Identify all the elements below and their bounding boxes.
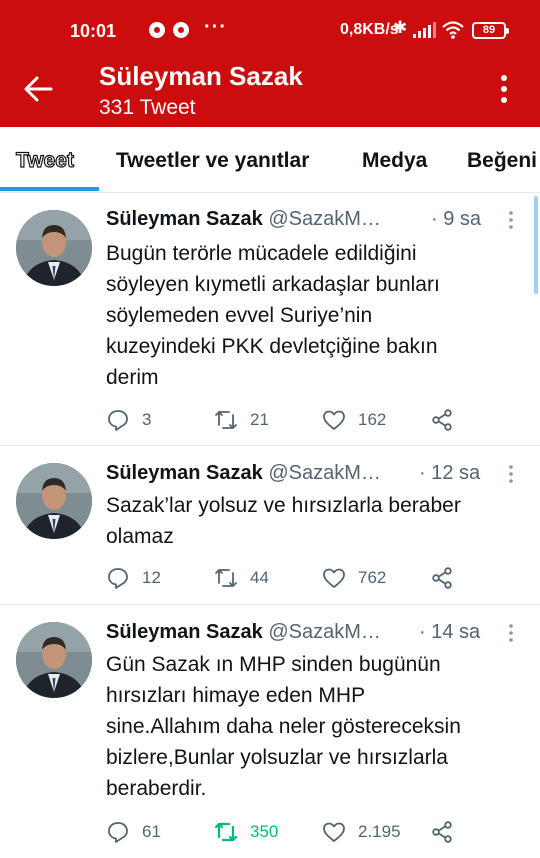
tweet-header: Süleyman Sazak @SazakM…: [106, 208, 381, 231]
tweet-actions: 12 44 762: [106, 564, 526, 592]
retweet-count: 350: [250, 822, 279, 841]
retweet-icon: [215, 411, 237, 429]
reply-count: 61: [142, 822, 161, 841]
wifi-icon: [442, 21, 464, 39]
like-icon: [323, 568, 345, 588]
tweet-actions: 3 21 162: [106, 406, 526, 434]
like-icon: [323, 410, 345, 430]
tweet-author-name[interactable]: Süleyman Sazak: [106, 621, 263, 643]
network-speed: 0,8KB/s: [340, 21, 399, 38]
avatar[interactable]: [16, 210, 92, 286]
tweet-actions: 61 350 2.195: [106, 818, 526, 846]
active-tab-indicator: [0, 187, 99, 191]
tweet-text-line: bizlere,Bunlar yolsuzlar ve hırsızlarla: [106, 746, 448, 769]
tweet-text: Gün Sazak ın MHP sinden bugünün hırsızla…: [106, 649, 526, 804]
tweet-text-line: kuzeyindeki PKK devletçiğine bakın: [106, 335, 438, 358]
caret-icon[interactable]: [507, 464, 515, 484]
tab-tweet[interactable]: Tweet: [15, 148, 74, 173]
like-count: 762: [358, 568, 387, 587]
share-icon: [432, 821, 452, 843]
like-icon: [323, 822, 345, 842]
tweet[interactable]: Süleyman Sazak @SazakM… · 14 sa Gün Saza…: [0, 605, 540, 858]
tweet-text-line: Bugün terörle mücadele edildiğini: [106, 242, 417, 265]
tweet-text-line: söylemeden evvel Suriye’nin: [106, 304, 373, 327]
page-title: Süleyman Sazak: [99, 61, 303, 91]
share-icon: [432, 409, 452, 431]
tweet-text: Bugün terörle mücadele edildiğini söyley…: [106, 238, 526, 393]
tweet-text-line: Sazak’lar yolsuz ve hırsızlarla beraber: [106, 494, 461, 517]
tweet-time: · 14 sa: [419, 621, 481, 643]
tweet-text-line: sine.Allahım daha neler göstereceksin: [106, 715, 461, 738]
tweet-time: · 12 sa: [419, 462, 481, 484]
tweet[interactable]: Süleyman Sazak @SazakM… · 9 sa Bugün ter…: [0, 194, 540, 446]
tweet-author-name[interactable]: Süleyman Sazak: [106, 208, 263, 230]
status-time: 10:01: [70, 21, 117, 41]
tweet-text-line: hırsızları himaye eden MHP: [106, 684, 366, 707]
profile-tabs: Tweet Tweetler ve yanıtlar Medya Beğeni: [0, 127, 540, 193]
reply-icon: [108, 822, 128, 843]
tweet-text-line: Gün Sazak ın MHP sinden bugünün: [106, 653, 441, 676]
tweet-header: Süleyman Sazak @SazakM…: [106, 621, 381, 644]
retweet-icon: [215, 569, 237, 587]
chrome-icon: [173, 22, 189, 38]
tweet-author-handle[interactable]: @SazakM…: [268, 621, 381, 643]
tweet-text-line: derim: [106, 366, 159, 389]
retweet-count: 44: [250, 568, 269, 587]
tweet-author-handle[interactable]: @SazakM…: [268, 462, 381, 484]
retweet-count: 21: [250, 410, 269, 429]
tweet-author-handle[interactable]: @SazakM…: [268, 208, 381, 230]
bluetooth-icon: ✱: [393, 18, 408, 37]
retweet-icon: [214, 822, 238, 842]
tweet-author-name[interactable]: Süleyman Sazak: [106, 462, 263, 484]
tweet-text-line: olamaz: [106, 525, 174, 548]
like-count: 2.195: [358, 822, 401, 841]
more-vertical-icon[interactable]: [495, 73, 513, 105]
caret-icon[interactable]: [507, 210, 515, 230]
status-bar: 10:01 ··· 0,8KB/s ✱ 89: [0, 0, 540, 62]
reply-count: 3: [142, 410, 152, 429]
reply-icon: [108, 410, 128, 431]
reply-count: 12: [142, 568, 161, 587]
tweet-header: Süleyman Sazak @SazakM…: [106, 462, 381, 485]
tab-likes[interactable]: Beğeni: [467, 149, 537, 173]
tweet-text-line: beraberdir.: [106, 777, 207, 800]
tweet-text: Sazak’lar yolsuz ve hırsızlarla beraber …: [106, 490, 526, 552]
tweet-text-line: söyleyen kıymetli arkadaşlar bunları: [106, 273, 440, 296]
profile-header: 10:01 ··· 0,8KB/s ✱ 89 Süleyman Sazak 33…: [0, 0, 540, 127]
back-arrow-icon[interactable]: [22, 74, 54, 104]
share-icon: [432, 567, 452, 589]
tab-media[interactable]: Medya: [362, 149, 427, 173]
caret-icon[interactable]: [507, 623, 515, 643]
battery-icon: 89: [472, 22, 509, 39]
like-count: 162: [358, 410, 387, 429]
signal-icon: [413, 22, 436, 38]
tweet[interactable]: Süleyman Sazak @SazakM… · 12 sa Sazak’la…: [0, 446, 540, 605]
tweet-count: 331 Tweet: [99, 96, 196, 119]
reply-icon: [108, 568, 128, 589]
tab-tweets-and-replies[interactable]: Tweetler ve yanıtlar: [116, 149, 309, 173]
avatar[interactable]: [16, 622, 92, 698]
chrome-icon: [149, 22, 165, 38]
avatar[interactable]: [16, 463, 92, 539]
tweet-time: · 9 sa: [431, 208, 482, 230]
status-overflow-dots: ···: [204, 16, 227, 38]
